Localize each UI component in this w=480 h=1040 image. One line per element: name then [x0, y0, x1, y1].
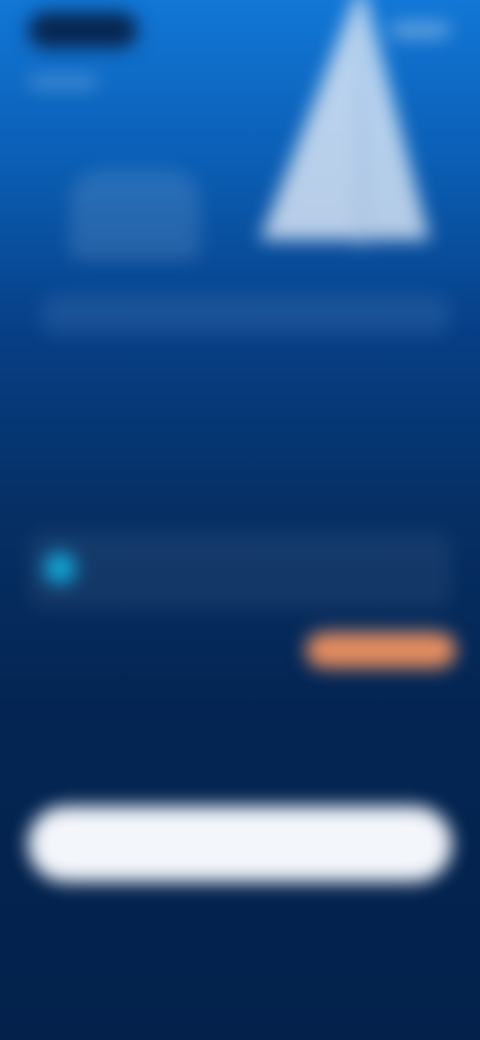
status-pill: [28, 12, 138, 48]
hero-boat-shape: [70, 170, 200, 260]
sail-shape-secondary: [364, 0, 430, 240]
onboarding-screen: [0, 0, 480, 1040]
feature-title-1: [102, 550, 222, 566]
brand-label: [28, 76, 98, 88]
primary-button[interactable]: [28, 806, 452, 882]
footer-link[interactable]: [164, 938, 314, 958]
feature-subtitle-2: [102, 690, 222, 702]
promo-badge[interactable]: [306, 632, 456, 668]
circle-icon: [44, 552, 76, 584]
mast-shape: [358, 0, 364, 245]
sail-shape: [260, 0, 358, 240]
blurred-content-layer: [0, 0, 480, 1040]
feature-card: [28, 530, 452, 610]
sailboat-icon: [260, 0, 430, 245]
feature-subtitle-1: [102, 576, 222, 588]
feature-title-2: [102, 662, 252, 680]
hero-horizon-shape: [40, 295, 450, 335]
